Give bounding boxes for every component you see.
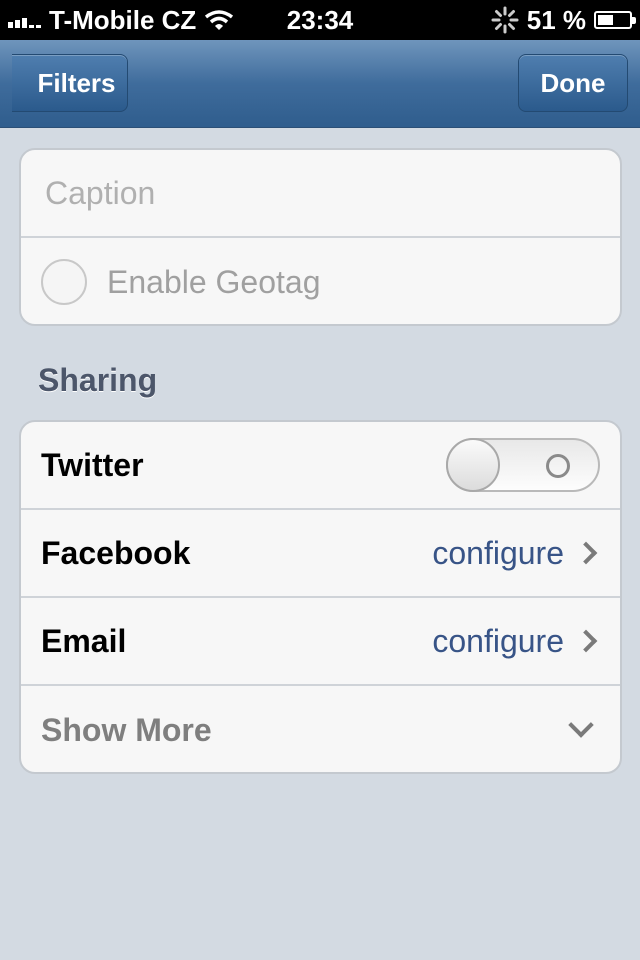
facebook-row[interactable]: Facebook configure (21, 510, 620, 598)
facebook-configure-link[interactable]: configure (432, 535, 564, 572)
email-configure-link[interactable]: configure (432, 623, 564, 660)
status-bar: T-Mobile CZ 23:34 51 % (0, 0, 640, 40)
twitter-row: Twitter (21, 422, 620, 510)
details-group: Caption Enable Geotag (19, 148, 622, 326)
signal-icon (8, 12, 41, 28)
email-row[interactable]: Email configure (21, 598, 620, 686)
geotag-label: Enable Geotag (107, 263, 321, 300)
battery-fill (598, 15, 614, 25)
twitter-label: Twitter (41, 446, 144, 483)
chevron-down-icon (568, 712, 594, 738)
wifi-icon (205, 10, 234, 30)
email-label: Email (41, 622, 127, 659)
carrier-label: T-Mobile CZ (49, 4, 197, 35)
back-button[interactable]: Filters (12, 54, 128, 112)
chevron-right-icon (574, 541, 598, 565)
caption-field[interactable]: Caption (21, 150, 620, 238)
facebook-label: Facebook (41, 534, 191, 571)
toggle-off-indicator (546, 454, 570, 478)
toggle-knob[interactable] (446, 438, 500, 492)
twitter-toggle[interactable] (446, 438, 600, 492)
back-button-label: Filters (37, 67, 116, 98)
activity-spinner-icon (491, 6, 519, 34)
caption-placeholder: Caption (45, 174, 156, 211)
status-right: 51 % (491, 4, 636, 36)
status-left: T-Mobile CZ (8, 5, 234, 36)
chevron-right-icon (574, 629, 598, 653)
sharing-section-header: Sharing (38, 362, 158, 398)
battery-icon (594, 11, 636, 29)
done-button[interactable]: Done (518, 54, 628, 112)
done-button-label: Done (540, 67, 606, 98)
battery-percent: 51 % (526, 4, 586, 35)
geotag-row[interactable]: Enable Geotag (21, 238, 620, 324)
show-more-label: Show More (41, 711, 212, 748)
show-more-row[interactable]: Show More (21, 686, 620, 772)
sharing-group: Twitter Facebook configure Email configu… (19, 420, 622, 774)
geotag-radio[interactable] (41, 259, 87, 305)
navigation-bar: Filters Done (0, 40, 640, 128)
